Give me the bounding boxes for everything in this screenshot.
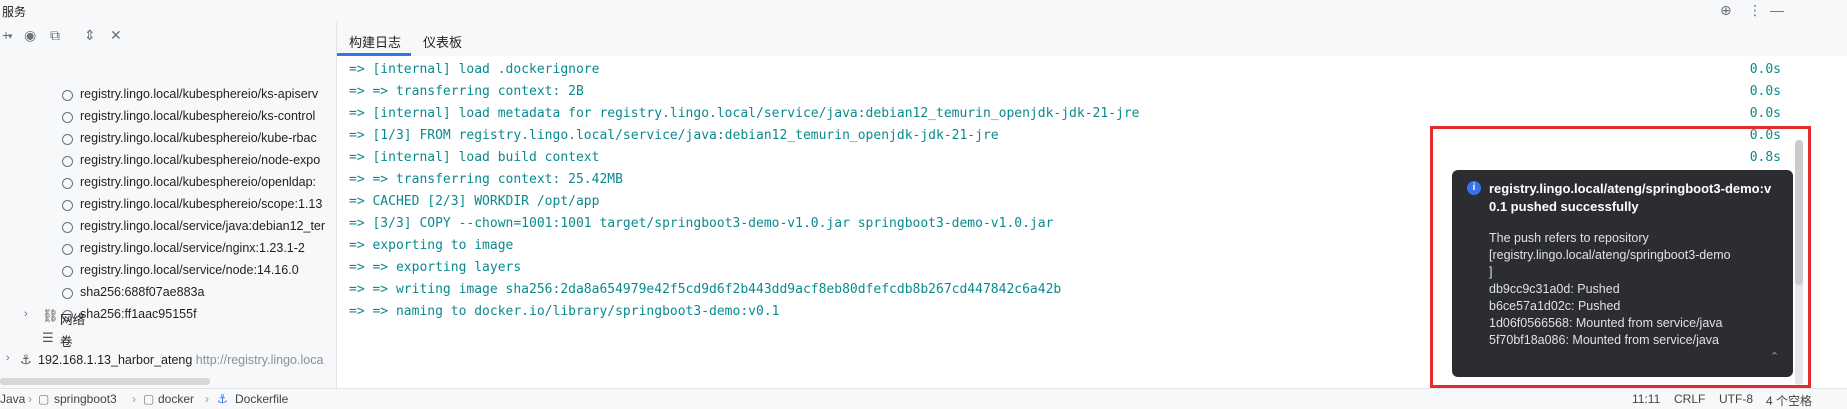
- notification-line: [registry.lingo.local/ateng/springboot3-…: [1489, 248, 1731, 262]
- tree-item-image[interactable]: registry.lingo.local/service/java:debian…: [0, 216, 336, 238]
- cursor-position[interactable]: 11:11: [1632, 392, 1660, 406]
- tree-item-label: registry.lingo.local/kubesphereio/node-e…: [80, 153, 321, 167]
- log-line: => [1/3] FROM registry.lingo.local/servi…: [349, 128, 999, 143]
- log-duration: 0.0s: [1749, 62, 1781, 77]
- docker-icon: ⚓: [20, 352, 32, 367]
- tree-item-image[interactable]: registry.lingo.local/kubesphereio/scope:…: [0, 194, 336, 216]
- image-status-icon: [62, 266, 73, 277]
- notification-title: registry.lingo.local/ateng/springboot3-d…: [1489, 181, 1772, 214]
- log-line: => CACHED [2/3] WORKDIR /opt/app: [349, 194, 600, 209]
- tree-item-label: 卷: [60, 335, 73, 349]
- panel-title: 服务: [2, 5, 27, 19]
- tree-item-volume[interactable]: ☰ 卷: [0, 328, 336, 350]
- log-line: => [3/3] COPY --chown=1001:1001 target/s…: [349, 216, 1054, 231]
- tree-item-image[interactable]: registry.lingo.local/service/node:14.16.…: [0, 260, 336, 282]
- host-label: 192.168.1.13_harbor_ateng http://registr…: [38, 353, 324, 367]
- host-url: http://registry.lingo.loca: [195, 353, 324, 367]
- log-line: => => transferring context: 2B: [349, 84, 584, 99]
- tree-item-image[interactable]: registry.lingo.local/kubesphereio/ks-api…: [0, 84, 336, 106]
- tree-item-image[interactable]: sha256:688f07ae883a: [0, 282, 336, 304]
- notification-line: 5f70bf18a086: Mounted from service/java: [1489, 333, 1719, 347]
- tree-item-image[interactable]: registry.lingo.local/service/nginx:1.23.…: [0, 238, 336, 260]
- log-duration: 0.0s: [1749, 84, 1781, 99]
- tree-item-label: registry.lingo.local/kubesphereio/ks-con…: [80, 109, 316, 123]
- image-status-icon: [62, 134, 73, 145]
- breadcrumb-java[interactable]: Java: [0, 392, 25, 406]
- tree-item-label: registry.lingo.local/service/node:14.16.…: [80, 263, 299, 277]
- image-status-icon: [62, 112, 73, 123]
- tab-dashboard[interactable]: 仪表板: [423, 32, 462, 51]
- tab-build-log[interactable]: 构建日志: [349, 32, 401, 51]
- notification-body: The push refers to repository [registry.l…: [1489, 230, 1781, 349]
- collapse-all-icon[interactable]: ✕: [110, 27, 122, 44]
- image-status-icon: [62, 200, 73, 211]
- tree-item-network[interactable]: › ⛓ 网络: [0, 306, 336, 328]
- tree-item-label: registry.lingo.local/kubesphereio/kube-r…: [80, 131, 317, 145]
- add-dropdown-icon[interactable]: ▾: [8, 31, 13, 42]
- image-status-icon: [62, 288, 73, 299]
- notification-line: ]: [1489, 265, 1493, 279]
- notification-line: The push refers to repository: [1489, 231, 1649, 245]
- tree-item-label: 网络: [60, 313, 86, 327]
- log-line: => => exporting layers: [349, 260, 522, 275]
- tree-item-label: registry.lingo.local/service/java:debian…: [80, 219, 326, 233]
- log-line: => => naming to docker.io/library/spring…: [349, 304, 780, 319]
- log-duration: 0.0s: [1749, 106, 1781, 121]
- tree-item-label: registry.lingo.local/kubesphereio/scope:…: [80, 197, 323, 211]
- image-status-icon: [62, 156, 73, 167]
- horizontal-scrollbar[interactable]: [0, 378, 210, 385]
- tree-item-label: registry.lingo.local/kubesphereio/openld…: [80, 175, 317, 189]
- volume-icon: ☰: [42, 330, 54, 345]
- log-line: => exporting to image: [349, 238, 514, 253]
- tree-item-label: registry.lingo.local/kubesphereio/ks-api…: [80, 87, 319, 101]
- more-icon[interactable]: ⋮: [1748, 2, 1762, 19]
- log-line: => [internal] load build context: [349, 150, 600, 165]
- tree-item-image[interactable]: registry.lingo.local/kubesphereio/openld…: [0, 172, 336, 194]
- indent-setting[interactable]: 4 个空格: [1766, 392, 1812, 409]
- log-line: => [internal] load .dockerignore: [349, 62, 600, 77]
- breadcrumb-springboot3[interactable]: springboot3: [54, 392, 117, 406]
- image-status-icon: [62, 90, 73, 101]
- eye-icon[interactable]: ◉: [24, 27, 36, 44]
- chevron-right-icon[interactable]: ›: [24, 308, 28, 320]
- folder-icon: ▢: [38, 392, 50, 406]
- tree-item-label: registry.lingo.local/service/nginx:1.23.…: [80, 241, 305, 255]
- network-icon: ⛓: [42, 308, 59, 323]
- tree-item-host[interactable]: › ⚓ 192.168.1.13_harbor_ateng http://reg…: [0, 350, 336, 372]
- notification-line: 1d06f0566568: Mounted from service/java: [1489, 316, 1723, 330]
- crosshair-icon[interactable]: ⊕: [1720, 2, 1732, 19]
- tree-item-image[interactable]: registry.lingo.local/kubesphereio/ks-con…: [0, 106, 336, 128]
- chevron-right-icon: ›: [28, 392, 32, 406]
- log-line: => => transferring context: 25.42MB: [349, 172, 623, 187]
- new-tab-icon[interactable]: ⧉: [50, 27, 60, 44]
- tree-item-image[interactable]: registry.lingo.local/kubesphereio/kube-r…: [0, 128, 336, 150]
- notification-line: db9cc9c31a0d: Pushed: [1489, 282, 1620, 296]
- chevron-up-icon[interactable]: ⌃: [1770, 350, 1779, 363]
- tree-item-image[interactable]: registry.lingo.local/kubesphereio/node-e…: [0, 150, 336, 172]
- log-line: => [internal] load metadata for registry…: [349, 106, 1140, 121]
- image-status-icon: [62, 178, 73, 189]
- log-line: => => writing image sha256:2da8a654979e4…: [349, 282, 1062, 297]
- image-status-icon: [62, 244, 73, 255]
- info-icon: i: [1467, 181, 1481, 195]
- expand-all-icon[interactable]: ⇕: [84, 27, 96, 44]
- file-encoding[interactable]: UTF-8: [1719, 392, 1753, 406]
- minimize-icon[interactable]: —: [1770, 2, 1784, 18]
- breadcrumb-dockerfile[interactable]: Dockerfile: [235, 392, 288, 406]
- notification-line: b6ce57a1d02c: Pushed: [1489, 299, 1621, 313]
- docker-icon: ⚓: [217, 392, 228, 406]
- chevron-right-icon: ›: [205, 392, 209, 406]
- tab-bar: [337, 22, 1847, 56]
- line-ending[interactable]: CRLF: [1674, 392, 1705, 406]
- chevron-right-icon[interactable]: ›: [6, 352, 10, 364]
- breadcrumb-docker[interactable]: docker: [158, 392, 194, 406]
- chevron-right-icon: ›: [132, 392, 136, 406]
- folder-icon: ▢: [143, 392, 155, 406]
- image-status-icon: [62, 222, 73, 233]
- header-bar: [0, 0, 1847, 22]
- tree-item-label: sha256:688f07ae883a: [80, 285, 205, 299]
